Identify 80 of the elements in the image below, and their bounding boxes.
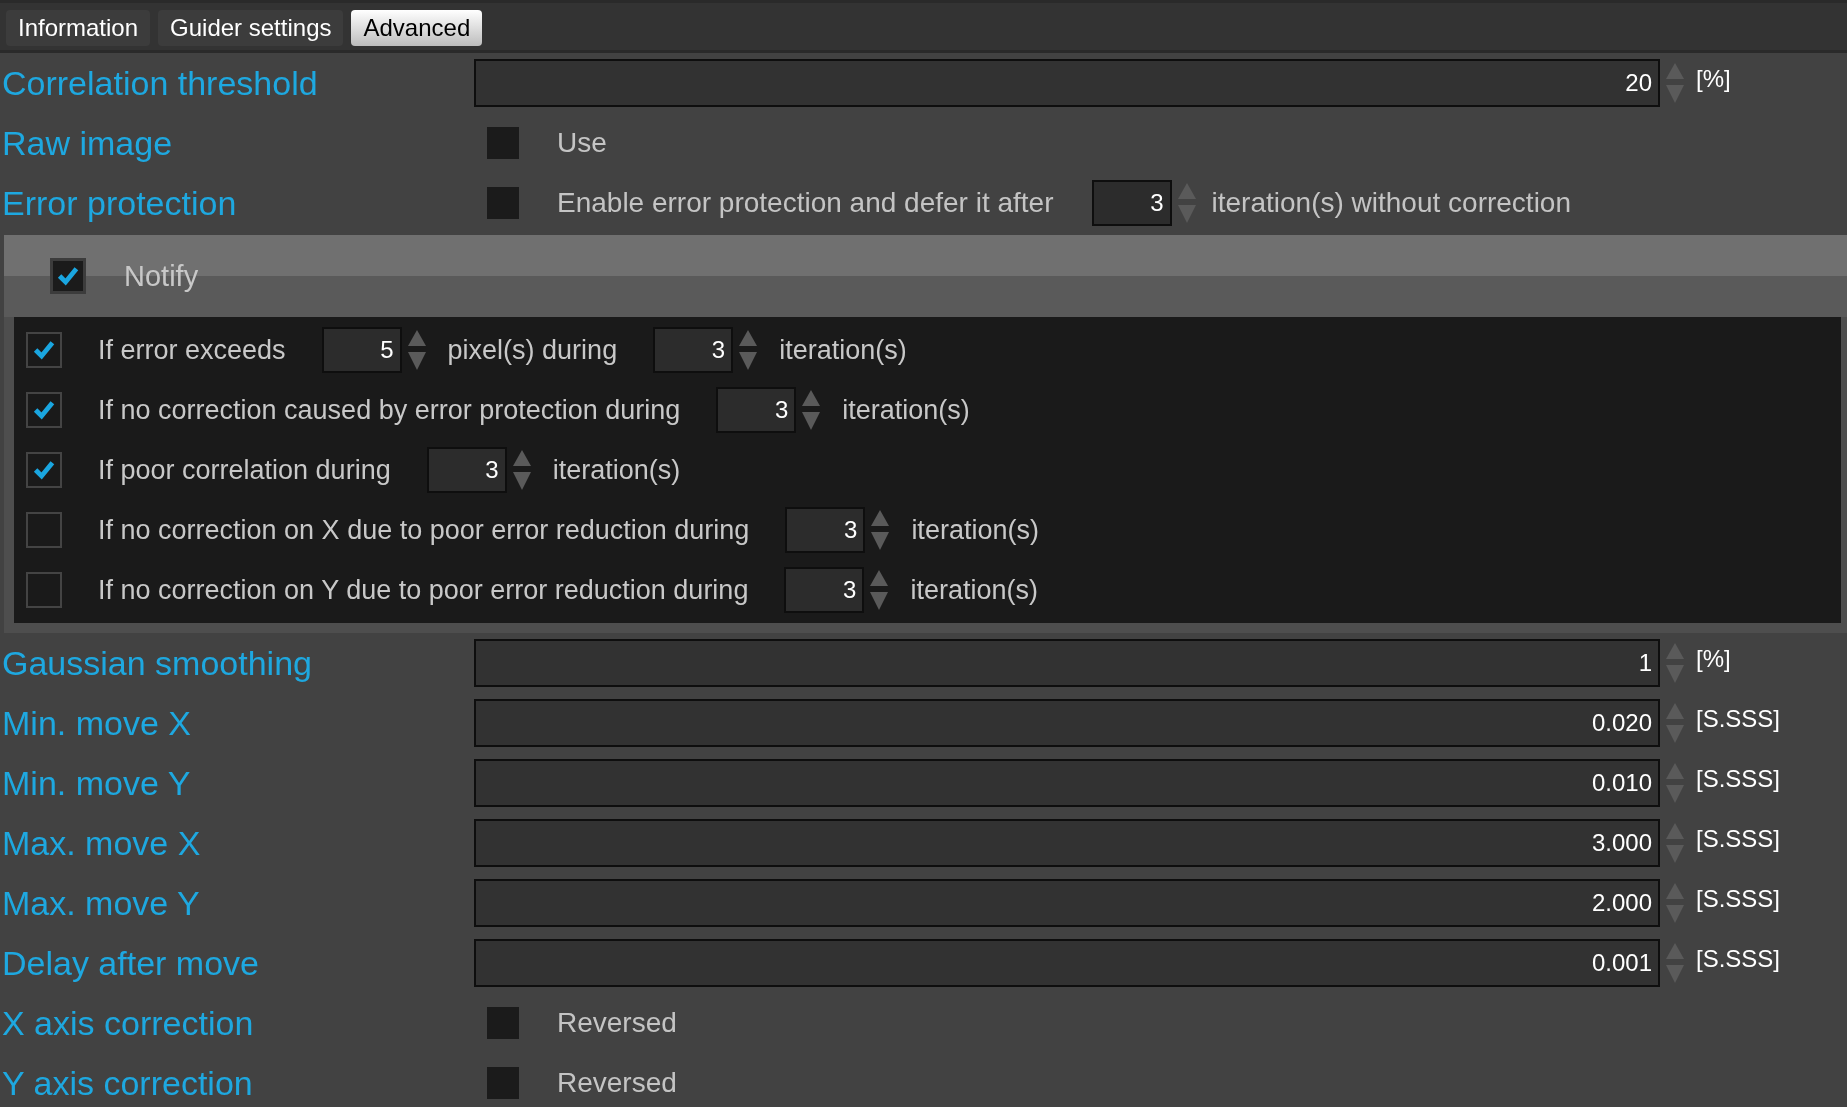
condition-text: iteration(s)	[910, 574, 1038, 606]
condition-text: If no correction on X due to poor error reduction during	[98, 514, 750, 546]
checkbox-label: Use	[557, 127, 607, 159]
unit-label: [S.SSS]	[1696, 765, 1781, 793]
unit-label: [S.SSS]	[1696, 885, 1781, 913]
checkmark-icon	[32, 398, 56, 422]
condition-text: pixel(s) during	[447, 334, 618, 366]
checkmark-icon	[32, 458, 56, 482]
setting-label: Delay after move	[1, 943, 260, 983]
setting-label: Min. move X	[1, 703, 192, 743]
setting-label: Y axis correction	[1, 1063, 254, 1103]
spinner-arrows-icon[interactable]	[1664, 821, 1686, 865]
unit-label: [%]	[1696, 65, 1731, 93]
checkbox[interactable]	[26, 392, 62, 428]
unit-label: [S.SSS]	[1696, 945, 1781, 973]
number-field[interactable]: 3	[653, 327, 734, 373]
number-field[interactable]: 3	[716, 387, 797, 433]
setting-label: Max. move Y	[1, 883, 201, 923]
checkbox[interactable]	[487, 187, 519, 219]
checkbox-label: Enable error protection and defer it after	[557, 187, 1054, 219]
unit-label: [%]	[1696, 645, 1731, 673]
spinner-arrows-icon[interactable]	[1664, 61, 1686, 105]
spinner-arrows-icon[interactable]	[1664, 761, 1686, 805]
spinner-arrows-icon[interactable]	[405, 328, 428, 372]
checkbox[interactable]	[26, 572, 62, 608]
condition-text: If no correction on Y due to poor error reduction during	[98, 574, 749, 606]
spinner-arrows-icon[interactable]	[1664, 701, 1686, 745]
condition-text: iteration(s)	[779, 334, 907, 366]
number-field[interactable]: 3.000	[474, 819, 1660, 867]
spinner-arrows-icon[interactable]	[800, 388, 823, 432]
tab[interactable]: Guider settings	[158, 10, 344, 46]
checkmark-icon	[56, 264, 80, 288]
condition-text: If poor correlation during	[98, 454, 391, 486]
checkbox[interactable]	[487, 127, 519, 159]
number-field[interactable]: 2.000	[474, 879, 1660, 927]
spinner-arrows-icon[interactable]	[1175, 181, 1198, 225]
checkbox[interactable]	[26, 452, 62, 488]
checkbox[interactable]	[26, 512, 62, 548]
condition-text: iteration(s)	[842, 394, 970, 426]
setting-label: Raw image	[1, 123, 174, 163]
number-field[interactable]: 0.010	[474, 759, 1660, 807]
setting-label: Error protection	[1, 183, 238, 223]
tab[interactable]: Information	[6, 10, 151, 46]
number-field[interactable]: 3	[784, 567, 865, 613]
spinner-arrows-icon[interactable]	[1664, 941, 1686, 985]
number-field[interactable]: 0.001	[474, 939, 1660, 987]
checkbox[interactable]	[26, 332, 62, 368]
tab[interactable]: Advanced	[351, 10, 483, 46]
number-field[interactable]: 5	[321, 327, 402, 373]
checkbox[interactable]	[487, 1007, 519, 1039]
checkbox[interactable]	[50, 258, 86, 294]
number-field[interactable]: 3	[1091, 180, 1172, 226]
number-field[interactable]: 20	[474, 59, 1660, 107]
condition-text: If error exceeds	[98, 334, 286, 366]
number-field[interactable]: 0.020	[474, 699, 1660, 747]
checkmark-icon	[32, 338, 56, 362]
setting-label: Gaussian smoothing	[1, 643, 313, 683]
spinner-arrows-icon[interactable]	[737, 328, 760, 372]
setting-label: Correlation threshold	[1, 63, 319, 103]
condition-text: iteration(s)	[552, 454, 681, 486]
spinner-arrows-icon[interactable]	[1664, 881, 1686, 925]
checkbox-label: Reversed	[557, 1067, 677, 1099]
unit-label: [S.SSS]	[1696, 705, 1781, 733]
checkbox[interactable]	[487, 1067, 519, 1099]
setting-label: Min. move Y	[1, 763, 192, 803]
unit-label: [S.SSS]	[1696, 825, 1781, 853]
checkbox-label: Notify	[124, 259, 199, 293]
condition-text: If no correction caused by error protection during	[98, 394, 681, 426]
number-field[interactable]: 1	[474, 639, 1660, 687]
number-field[interactable]: 3	[426, 447, 507, 493]
setting-label: X axis correction	[1, 1003, 255, 1043]
spinner-arrows-icon[interactable]	[510, 448, 533, 492]
number-field[interactable]: 3	[785, 507, 866, 553]
checkbox-label: Reversed	[557, 1007, 677, 1039]
spinner-arrows-icon[interactable]	[1664, 641, 1686, 685]
spinner-arrows-icon[interactable]	[869, 508, 892, 552]
spinner-arrows-icon[interactable]	[868, 568, 891, 612]
condition-text: iteration(s)	[911, 514, 1039, 546]
suffix-label: iteration(s) without correction	[1211, 187, 1571, 219]
setting-label: Max. move X	[1, 823, 202, 863]
